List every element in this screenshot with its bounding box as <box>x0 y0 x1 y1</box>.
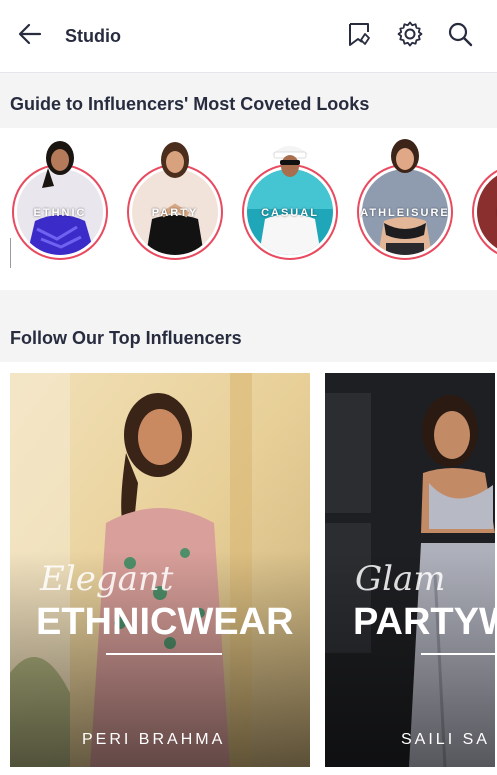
category-carousel[interactable]: ETHNIC PARTY CASUAL ATHLEISURE <box>0 128 497 290</box>
category-ring: B <box>472 164 497 260</box>
category-label: ATHLEISURE <box>360 207 450 219</box>
category-casual[interactable]: CASUAL <box>242 128 352 288</box>
guide-section-heading: Guide to Influencers' Most Coveted Looks <box>10 94 370 114</box>
category-ring: PARTY <box>127 164 223 260</box>
category-party[interactable]: PARTY <box>127 128 237 288</box>
bookmark-icon[interactable] <box>346 20 374 48</box>
category-ring: ATHLEISURE <box>357 164 453 260</box>
influencer-name: SAILI SA <box>401 731 490 748</box>
category-ethnic[interactable]: ETHNIC <box>12 128 122 288</box>
card-title: ETHNICWEAR <box>36 601 294 643</box>
category-label: PARTY <box>151 207 199 219</box>
category-label: CASUAL <box>261 207 319 219</box>
back-arrow-icon[interactable] <box>16 20 44 48</box>
category-ring: ETHNIC <box>12 164 108 260</box>
card-script-text: Glam <box>355 559 446 599</box>
category-athleisure[interactable]: ATHLEISURE <box>357 128 467 288</box>
influencer-card-peri-brahma[interactable]: Elegant ETHNICWEAR PERI BRAHMA <box>10 373 310 767</box>
influencer-card-saili[interactable]: Glam PARTYW SAILI SA <box>325 373 495 767</box>
top-app-bar: Studio <box>0 0 497 73</box>
scroll-indicator <box>10 238 11 268</box>
card-script-text: Elegant <box>40 559 174 599</box>
card-divider <box>421 653 495 655</box>
category-label: B <box>454 207 497 219</box>
category-partial[interactable]: B <box>472 128 497 288</box>
gear-icon[interactable] <box>396 20 424 48</box>
category-ring: CASUAL <box>242 164 338 260</box>
card-divider <box>106 653 222 655</box>
influencer-name: PERI BRAHMA <box>82 731 226 748</box>
follow-section-heading: Follow Our Top Influencers <box>10 328 242 348</box>
card-title: PARTYW <box>353 601 495 643</box>
search-icon[interactable] <box>446 20 474 48</box>
category-label: ETHNIC <box>33 207 87 219</box>
page-title: Studio <box>65 26 121 46</box>
